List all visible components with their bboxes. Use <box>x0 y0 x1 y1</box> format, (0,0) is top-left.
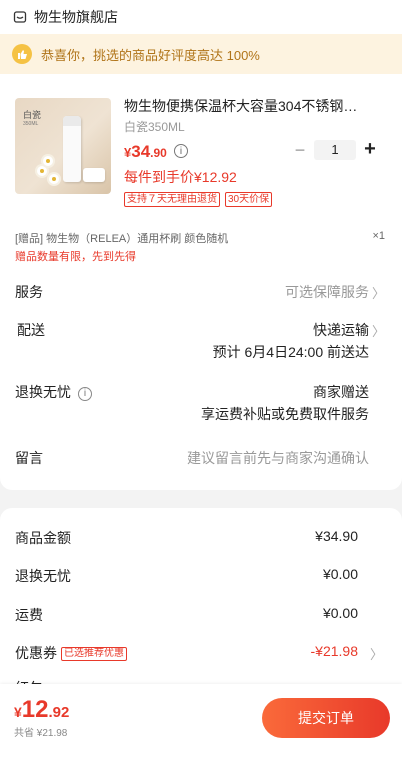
total-discount: 共省 ¥21.98 <box>14 728 68 739</box>
return-policy-tag: 支持７天无理由退货 <box>124 192 220 207</box>
message-label: 留言 <box>15 450 43 466</box>
cap-illustration <box>83 168 105 182</box>
unit-final-price: 每件到手价¥12.92 <box>124 169 237 185</box>
submit-order-button[interactable]: 提交订单 <box>262 698 390 738</box>
returns-value: 商家赠送 <box>313 384 369 400</box>
price-protection-tag: 30天价保 <box>225 192 273 207</box>
rating-banner: 恭喜你，挑选的商品好评度高达 100% <box>0 34 402 74</box>
chevron-right-icon[interactable]: 〉 <box>370 644 383 663</box>
product-item: 白瓷 350ML 物生物便携保温杯大容量304不锈钢… 白瓷350ML ¥34.… <box>0 86 402 216</box>
message-input[interactable]: 建议留言前先与商家沟通确认 <box>187 448 369 468</box>
goods-amount-label: 商品金额 <box>15 530 71 546</box>
goods-amount-value: ¥34.90 <box>315 528 358 544</box>
flower-decoration <box>49 174 59 184</box>
store-header[interactable]: 物生物旗舰店 <box>0 0 402 34</box>
flower-decoration <box>43 156 53 166</box>
returns-summary-label: 退换无忧 <box>15 568 71 584</box>
service-value: 可选保障服务 <box>285 284 369 300</box>
price-integer: 34 <box>131 142 151 161</box>
product-price: ¥34.90 <box>124 142 167 162</box>
summary-coupon[interactable]: 优惠券 已选推荐优惠 -¥21.98 <box>15 643 360 663</box>
chevron-right-icon: 〉 <box>371 286 385 301</box>
returns-label-group: 退换无忧 i <box>15 382 92 402</box>
returns-detail: 享运费补贴或免费取件服务 <box>201 406 369 422</box>
coupon-label: 优惠券 <box>15 645 57 661</box>
returns-summary-value: ¥0.00 <box>322 566 358 582</box>
gift-note: 赠品数量有限，先到先得 <box>15 251 136 263</box>
gift-text: [赠品] 物生物（RELEA）通用杯刷 颜色随机 <box>15 233 229 245</box>
order-card: 物生物旗舰店 恭喜你，挑选的商品好评度高达 100% 白瓷 350ML 物生物便… <box>0 0 402 490</box>
chevron-right-icon: 〉 <box>371 324 385 339</box>
product-spec[interactable]: 白瓷350ML <box>124 118 185 135</box>
service-tags: 支持７天无理由退货 30天价保 <box>124 192 273 207</box>
flower-decoration <box>37 166 47 176</box>
delivery-value: 快递运输 <box>313 322 369 338</box>
summary-shipping: 运费 ¥0.00 <box>15 605 360 625</box>
quantity-minus-button[interactable]: − <box>293 140 307 160</box>
shipping-value: ¥0.00 <box>322 605 358 621</box>
delivery-label: 配送 <box>17 322 45 338</box>
summary-returns: 退换无忧 ¥0.00 <box>15 566 360 586</box>
total-price: ¥12.92 <box>14 696 69 724</box>
product-title[interactable]: 物生物便携保温杯大容量304不锈钢… <box>124 96 374 116</box>
image-sub-text: 350ML <box>23 121 39 127</box>
gift-quantity: ×1 <box>372 230 385 242</box>
banner-text: 恭喜你，挑选的商品好评度高达 100% <box>41 47 260 63</box>
coupon-tag: 已选推荐优惠 <box>61 647 127 661</box>
price-decimal: .90 <box>150 146 167 160</box>
shipping-label: 运费 <box>15 607 43 623</box>
price-info-icon[interactable]: i <box>174 144 188 158</box>
image-brand-text: 白瓷 <box>23 110 42 120</box>
delivery-estimate: 预计 6月4日24:00 前送达 <box>212 344 369 360</box>
total-currency: ¥ <box>14 704 22 720</box>
product-image[interactable]: 白瓷 350ML <box>15 98 111 194</box>
service-label: 服务 <box>15 284 43 300</box>
total-decimal: .92 <box>48 704 70 721</box>
checkout-bar: ¥12.92 共省 ¥21.98 提交订单 <box>0 684 402 758</box>
total-integer: 12 <box>21 696 49 723</box>
bottle-illustration <box>63 116 81 182</box>
info-icon[interactable]: i <box>78 386 92 401</box>
coupon-value: -¥21.98 <box>310 643 358 659</box>
summary-goods-amount: 商品金额 ¥34.90 <box>15 528 360 548</box>
thumbs-up-icon <box>12 44 32 64</box>
store-name: 物生物旗舰店 <box>34 9 118 25</box>
gift-item: [赠品] 物生物（RELEA）通用杯刷 颜色随机 ×1 <box>15 230 385 246</box>
quantity-plus-button[interactable]: + <box>362 138 378 160</box>
store-icon <box>13 10 27 24</box>
returns-label: 退换无忧 <box>15 384 71 400</box>
quantity-input[interactable]: 1 <box>314 140 356 160</box>
